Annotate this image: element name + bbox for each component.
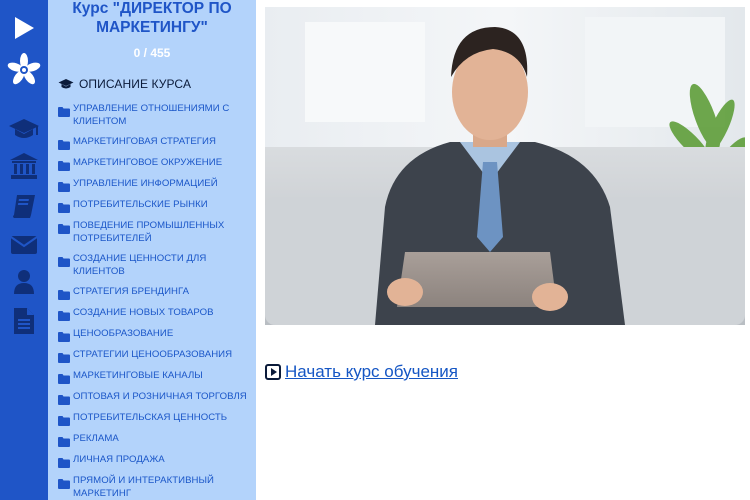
menu-item-label: ЦЕНООБРАЗОВАНИЕ xyxy=(73,328,174,339)
menu-item-label: ПОТРЕБИТЕЛЬСКАЯ ЦЕННОСТЬ xyxy=(73,412,228,423)
folder-icon xyxy=(58,476,70,494)
start-course-link[interactable]: Начать курс обучения xyxy=(265,362,458,382)
document-icon[interactable] xyxy=(0,306,48,336)
book-icon[interactable] xyxy=(0,192,48,220)
course-menu: Курс "ДИРЕКТОР ПО МАРКЕТИНГУ" 0 / 455 ОП… xyxy=(48,0,256,500)
menu-item-label: ЛИЧНАЯ ПРОДАЖА xyxy=(73,454,165,465)
folder-icon xyxy=(58,221,70,239)
course-description-label: ОПИСАНИЕ КУРСА xyxy=(79,77,192,91)
folder-icon xyxy=(58,158,70,176)
menu-item[interactable]: ПОТРЕБИТЕЛЬСКИЕ РЫНКИ xyxy=(58,199,254,218)
menu-item-label: УПРАВЛЕНИЕ ОТНОШЕНИЯМИ С КЛИЕНТОМ xyxy=(73,103,230,127)
menu-item[interactable]: УПРАВЛЕНИЕ ИНФОРМАЦИЕЙ xyxy=(58,178,254,197)
menu-item-label: СОЗДАНИЕ ЦЕННОСТИ ДЛЯ КЛИЕНТОВ xyxy=(73,253,207,277)
folder-icon xyxy=(58,308,70,326)
menu-item[interactable]: УПРАВЛЕНИЕ ОТНОШЕНИЯМИ С КЛИЕНТОМ xyxy=(58,103,254,128)
folder-icon xyxy=(58,371,70,389)
menu-item[interactable]: ОПТОВАЯ И РОЗНИЧНАЯ ТОРГОВЛЯ xyxy=(58,391,254,410)
play-icon[interactable] xyxy=(0,14,48,42)
user-icon[interactable] xyxy=(0,268,48,296)
menu-item[interactable]: СОЗДАНИЕ НОВЫХ ТОВАРОВ xyxy=(58,307,254,326)
menu-item-label: ПОТРЕБИТЕЛЬСКИЕ РЫНКИ xyxy=(73,199,208,210)
menu-item-label: МАРКЕТИНГОВЫЕ КАНАЛЫ xyxy=(73,370,203,381)
menu-item[interactable]: ПРЯМОЙ И ИНТЕРАКТИВНЫЙ МАРКЕТИНГ xyxy=(58,475,254,500)
menu-item[interactable]: МАРКЕТИНГОВАЯ СТРАТЕГИЯ xyxy=(58,136,254,155)
play-square-icon xyxy=(265,364,281,380)
folder-icon xyxy=(58,137,70,155)
menu-item-label: РЕКЛАМА xyxy=(73,433,119,444)
menu-item[interactable]: ПОТРЕБИТЕЛЬСКАЯ ЦЕННОСТЬ xyxy=(58,412,254,431)
menu-item-label: ОПТОВАЯ И РОЗНИЧНАЯ ТОРГОВЛЯ xyxy=(73,391,247,402)
logo-icon[interactable] xyxy=(0,50,48,90)
menu-item[interactable]: СТРАТЕГИЯ БРЕНДИНГА xyxy=(58,286,254,305)
folder-icon xyxy=(58,287,70,305)
menu-item[interactable]: МАРКЕТИНГОВЫЕ КАНАЛЫ xyxy=(58,370,254,389)
graduation-cap-icon[interactable] xyxy=(0,115,48,143)
menu-item[interactable]: СТРАТЕГИИ ЦЕНООБРАЗОВАНИЯ xyxy=(58,349,254,368)
menu-item[interactable]: СОЗДАНИЕ ЦЕННОСТИ ДЛЯ КЛИЕНТОВ xyxy=(58,253,254,278)
menu-item[interactable]: РЕКЛАМА xyxy=(58,433,254,452)
graduation-cap-icon xyxy=(58,79,74,89)
menu-item-label: СТРАТЕГИИ ЦЕНООБРАЗОВАНИЯ xyxy=(73,349,233,360)
menu-item[interactable]: ПОВЕДЕНИЕ ПРОМЫШЛЕННЫХ ПОТРЕБИТЕЛЕЙ xyxy=(58,220,254,245)
folder-icon xyxy=(58,104,70,122)
folder-icon xyxy=(58,392,70,410)
menu-item-label: МАРКЕТИНГОВОЕ ОКРУЖЕНИЕ xyxy=(73,157,223,168)
folder-icon xyxy=(58,413,70,431)
folder-icon xyxy=(58,329,70,347)
envelope-icon[interactable] xyxy=(0,232,48,258)
icon-rail xyxy=(0,0,48,500)
menu-item-label: МАРКЕТИНГОВАЯ СТРАТЕГИЯ xyxy=(73,136,216,147)
menu-item-label: ПОВЕДЕНИЕ ПРОМЫШЛЕННЫХ ПОТРЕБИТЕЛЕЙ xyxy=(73,220,225,244)
start-course-label: Начать курс обучения xyxy=(285,362,458,381)
course-hero-image xyxy=(265,7,745,325)
menu-item[interactable]: ЛИЧНАЯ ПРОДАЖА xyxy=(58,454,254,473)
course-title: Курс "ДИРЕКТОР ПО МАРКЕТИНГУ" xyxy=(72,0,232,36)
folder-icon xyxy=(58,455,70,473)
progress-counter: 0 / 455 xyxy=(133,46,171,60)
menu-item[interactable]: МАРКЕТИНГОВОЕ ОКРУЖЕНИЕ xyxy=(58,157,254,176)
folder-icon xyxy=(58,200,70,218)
folder-icon xyxy=(58,434,70,452)
folder-icon xyxy=(58,179,70,197)
menu-item[interactable]: ЦЕНООБРАЗОВАНИЕ xyxy=(58,328,254,347)
course-description-link[interactable]: ОПИСАНИЕ КУРСА xyxy=(58,77,191,91)
menu-item-label: ПРЯМОЙ И ИНТЕРАКТИВНЫЙ МАРКЕТИНГ xyxy=(73,475,214,499)
menu-item-label: УПРАВЛЕНИЕ ИНФОРМАЦИЕЙ xyxy=(73,178,218,189)
menu-item-label: СОЗДАНИЕ НОВЫХ ТОВАРОВ xyxy=(73,307,214,318)
folder-icon xyxy=(58,254,70,272)
institution-icon[interactable] xyxy=(0,151,48,181)
folder-icon xyxy=(58,350,70,368)
menu-item-label: СТРАТЕГИЯ БРЕНДИНГА xyxy=(73,286,190,297)
